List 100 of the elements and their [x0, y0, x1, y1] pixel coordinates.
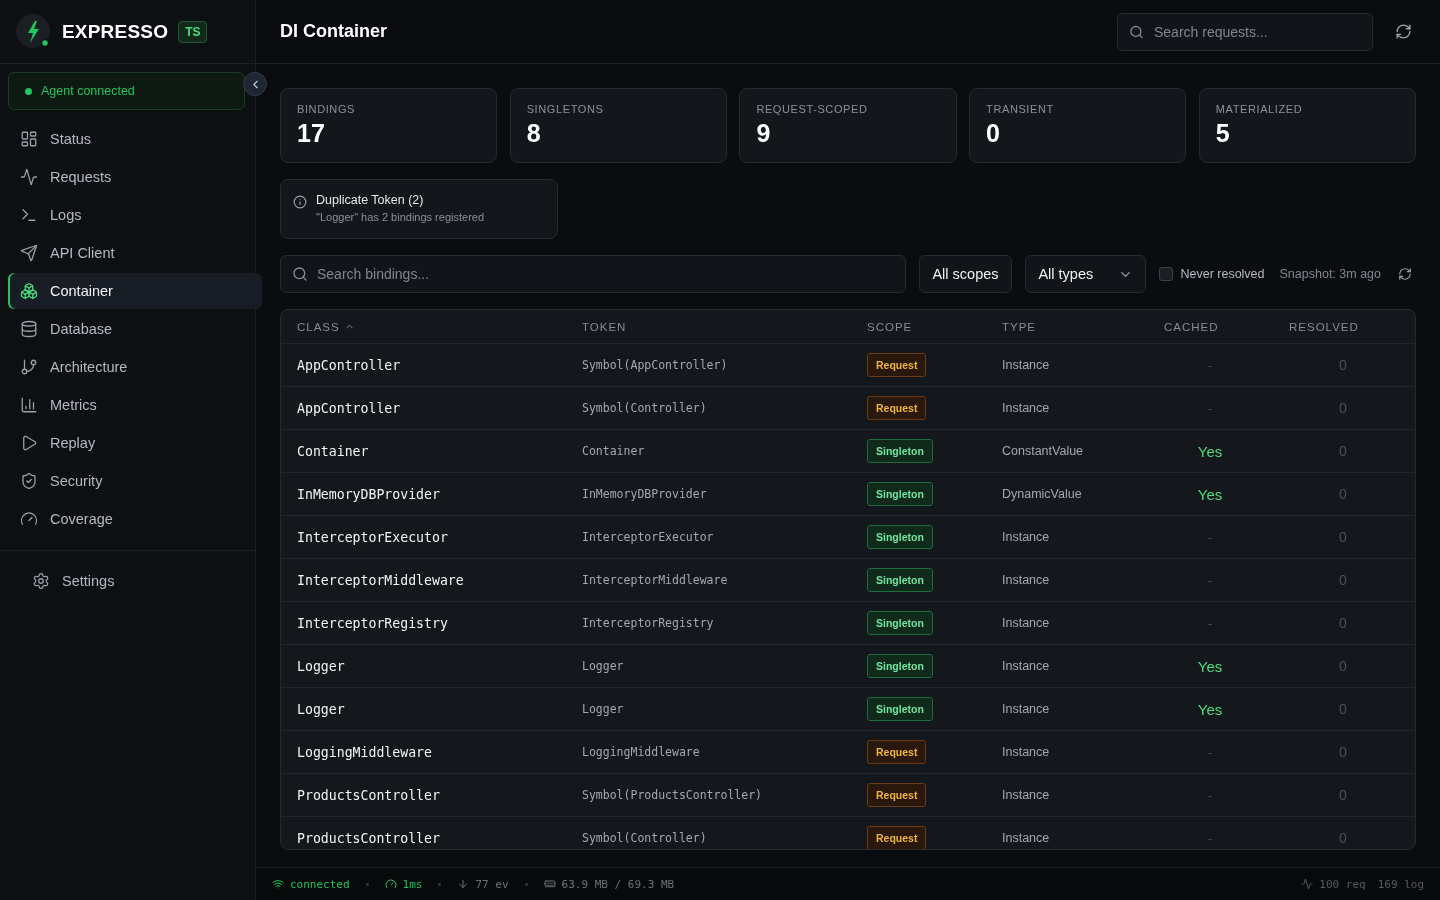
arrow-down-icon	[457, 878, 470, 890]
column-header[interactable]: TYPE	[1002, 320, 1037, 333]
token-cell: Logger	[582, 702, 624, 716]
cached-cell-text: Yes	[1196, 485, 1224, 503]
cached-cell-text: -	[1206, 400, 1214, 416]
logo-icon	[16, 13, 52, 50]
snapshot-text: Snapshot: 3m ago	[1279, 267, 1381, 281]
nav-item[interactable]: Coverage	[8, 501, 262, 537]
settings-link[interactable]: Settings	[32, 563, 142, 599]
nav-item[interactable]: Architecture	[8, 349, 262, 385]
gauge-icon	[384, 878, 397, 890]
bar-chart-icon	[20, 396, 38, 414]
separator-dot-icon	[438, 882, 442, 886]
resolved-cell-text: 0	[1338, 443, 1348, 459]
scope-badge: Request	[867, 396, 927, 420]
class-cell: InMemoryDBProvider	[297, 486, 440, 502]
search-field[interactable]: Search requests...	[1117, 12, 1373, 51]
column-header[interactable]: TOKEN	[582, 320, 627, 333]
cached-cell-text: Yes	[1196, 657, 1224, 675]
cached-cell-text: -	[1206, 830, 1214, 846]
column-header[interactable]: CACHED	[1164, 320, 1219, 333]
boxes-icon	[20, 282, 38, 300]
nav-item[interactable]: Security	[8, 463, 262, 499]
nav-item[interactable]: Container	[8, 273, 262, 309]
class-cell: ProductsController	[297, 830, 440, 846]
nav-item[interactable]: Logs	[8, 197, 262, 233]
type-select[interactable]: All types	[1025, 255, 1147, 293]
stat-label: MATERIALIZED	[1215, 103, 1304, 115]
separator-dot-icon	[524, 882, 528, 886]
gauge-icon	[20, 510, 38, 528]
cached-cell-text: -	[1206, 744, 1214, 760]
token-cell: Symbol(Controller)	[582, 831, 707, 845]
class-cell: AppController	[297, 400, 401, 416]
resolved-cell-text: 0	[1338, 400, 1348, 416]
send-icon	[20, 244, 38, 262]
resolved-cell-text: 0	[1338, 357, 1348, 373]
nav-item[interactable]: Database	[8, 311, 262, 347]
nav-item[interactable]: Replay	[8, 425, 262, 461]
class-cell: Logger	[297, 658, 345, 674]
cached-cell-text: -	[1206, 572, 1214, 588]
scope-badge: Singleton	[867, 482, 933, 506]
resolved-cell-text: 0	[1338, 744, 1348, 760]
scope-badge: Singleton	[867, 439, 933, 463]
nav-item[interactable]: Metrics	[8, 387, 262, 423]
status-text: 1ms	[402, 877, 423, 891]
type-cell: DynamicValue	[1002, 487, 1082, 501]
database-icon	[20, 320, 38, 338]
column-header[interactable]: SCOPE	[867, 320, 913, 333]
scope-badge: Request	[867, 826, 927, 849]
info-icon	[293, 195, 307, 209]
status-text: 77 ev	[475, 877, 509, 891]
nav-item[interactable]: API Client	[8, 235, 262, 271]
class-cell: Container	[297, 443, 369, 459]
scope-select[interactable]: All scopes	[919, 255, 1013, 293]
stat-value: 17	[297, 119, 326, 147]
nav-item[interactable]: Requests	[8, 159, 262, 195]
scope-badge: Singleton	[867, 525, 933, 549]
type-cell: Instance	[1002, 831, 1050, 845]
resolved-cell-text: 0	[1338, 486, 1348, 502]
branch-icon	[20, 358, 38, 376]
collapse-button[interactable]	[243, 72, 267, 96]
scope-badge: Request	[867, 783, 927, 807]
agent-status-text: Agent connected	[41, 84, 135, 98]
type-cell: Instance	[1002, 702, 1050, 716]
type-cell: Instance	[1002, 745, 1050, 759]
token-cell: Symbol(ProductsController)	[582, 788, 762, 802]
token-cell: Logger	[582, 659, 624, 673]
resolved-cell-text: 0	[1338, 529, 1348, 545]
token-cell: Container	[582, 444, 645, 458]
settings-icon	[32, 572, 50, 590]
checkbox[interactable]	[1159, 267, 1174, 281]
resolved-cell-text: 0	[1338, 658, 1348, 674]
warning-title: Duplicate Token (2)	[316, 193, 425, 207]
stat-label: SINGLETONS	[526, 103, 605, 115]
scope-badge: Singleton	[867, 568, 933, 592]
scope-badge: Request	[867, 740, 927, 764]
resolved-cell-text: 0	[1338, 572, 1348, 588]
token-cell: InterceptorRegistry	[582, 616, 714, 630]
search-field[interactable]: Search bindings...	[280, 255, 907, 293]
class-cell: InterceptorRegistry	[297, 615, 448, 631]
scope-badge: Singleton	[867, 654, 933, 678]
status-text: connected	[290, 877, 350, 891]
nav-item[interactable]: Status	[8, 121, 262, 157]
type-cell: Instance	[1002, 788, 1050, 802]
column-header[interactable]: CLASS	[297, 320, 355, 333]
column-header[interactable]: RESOLVED	[1289, 320, 1359, 333]
stat-value: 0	[986, 119, 1001, 147]
terminal-icon	[20, 206, 38, 224]
token-cell: LoggingMiddleware	[582, 745, 700, 759]
refresh-icon	[1398, 267, 1412, 281]
type-cell: Instance	[1002, 573, 1050, 587]
class-cell: ProductsController	[297, 787, 440, 803]
resolved-cell-text: 0	[1338, 701, 1348, 717]
resolved-cell-text: 0	[1338, 615, 1348, 631]
token-cell: InterceptorMiddleware	[582, 573, 728, 587]
stat-value: 9	[756, 119, 772, 147]
refresh-icon	[1395, 23, 1412, 40]
scope-badge: Singleton	[867, 611, 933, 635]
cached-cell-text: -	[1206, 787, 1214, 803]
class-cell: LoggingMiddleware	[297, 744, 432, 760]
